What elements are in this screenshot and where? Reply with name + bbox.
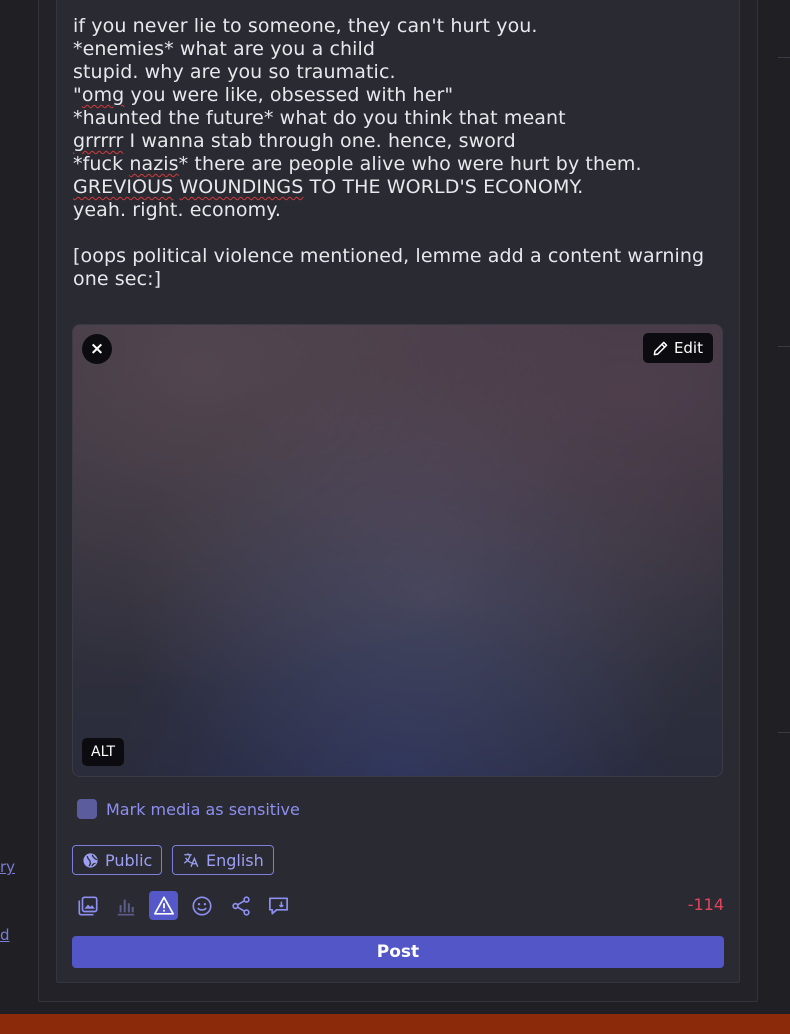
text-line: GREVIOUS WOUNDINGS TO THE WORLD'S ECONOM… [73,176,713,199]
share-button[interactable] [226,891,255,920]
add-poll-button[interactable] [111,891,140,920]
misspelled-word: WOUNDINGS [179,176,304,198]
quote-button[interactable] [264,891,293,920]
text-line: [oops political violence mentioned, lemm… [73,245,705,290]
content-warning-button[interactable] [149,891,178,920]
sensitive-label: Mark media as sensitive [106,799,300,819]
text-fragment: you were like, obsessed with her" [124,84,454,106]
close-icon: × [89,339,105,359]
text-line: *fuck nazis* there are people alive who … [73,153,713,176]
poll-icon [117,899,134,916]
sidebar-link[interactable]: ry [0,858,15,876]
side-rule [778,346,790,347]
text-line: stupid. why are you so traumatic. [73,61,396,83]
mark-sensitive-toggle[interactable]: Mark media as sensitive [77,799,300,819]
media-icon [77,895,98,916]
misspelled-word: omg [81,84,125,106]
bottom-bar [0,1014,790,1034]
text-line [73,222,713,245]
visibility-button[interactable]: Public [72,845,163,875]
text-line: grrrrr I wanna stab through one. hence, … [73,130,713,153]
media-preview: × Edit ALT [72,324,723,777]
text-line: *enemies* what are you a child [73,38,376,60]
remove-media-button[interactable]: × [82,334,112,364]
language-button[interactable]: English [172,845,274,875]
content-warning-icon [153,895,174,915]
character-counter: -114 [687,895,724,914]
text-line: yeah. right. economy. [73,199,282,221]
side-rule [778,732,790,733]
visibility-label: Public [105,850,153,870]
text-fragment: TO THE WORLD'S ECONOMY. [303,176,584,198]
compose-textarea[interactable]: if you never lie to someone, they can't … [73,0,713,291]
misspelled-word: GREVIOUS [73,176,174,198]
globe-icon [83,852,98,868]
text-line: if you never lie to someone, they can't … [73,15,538,37]
text-line: *haunted the future* what do you think t… [73,107,566,129]
sidebar-link[interactable]: d [0,926,10,944]
quote-icon [269,897,288,915]
edit-media-button[interactable]: Edit [642,333,713,363]
text-fragment: I wanna stab through one. hence, sword [123,130,516,152]
text-fragment: *fuck [73,153,130,175]
text-line [73,0,713,15]
misspelled-word: grrrrr [73,130,124,152]
sensitive-checkbox[interactable] [77,799,97,819]
alt-text-button[interactable]: ALT [82,738,125,766]
post-button[interactable]: Post [72,936,724,968]
text-line: "omg you were like, obsessed with her" [73,84,713,107]
text-fragment: * there are people alive who were hurt b… [178,153,642,175]
misspelled-word: nazis [129,153,179,175]
emoji-button[interactable] [187,891,216,920]
edit-label: Edit [673,339,703,357]
pencil-icon [653,341,668,355]
add-media-button[interactable] [73,891,102,920]
translate-icon [183,853,199,868]
share-icon [231,895,250,916]
language-label: English [206,850,264,870]
emoji-icon [191,895,212,916]
text-fragment: " [73,84,82,106]
side-rule [778,57,790,58]
